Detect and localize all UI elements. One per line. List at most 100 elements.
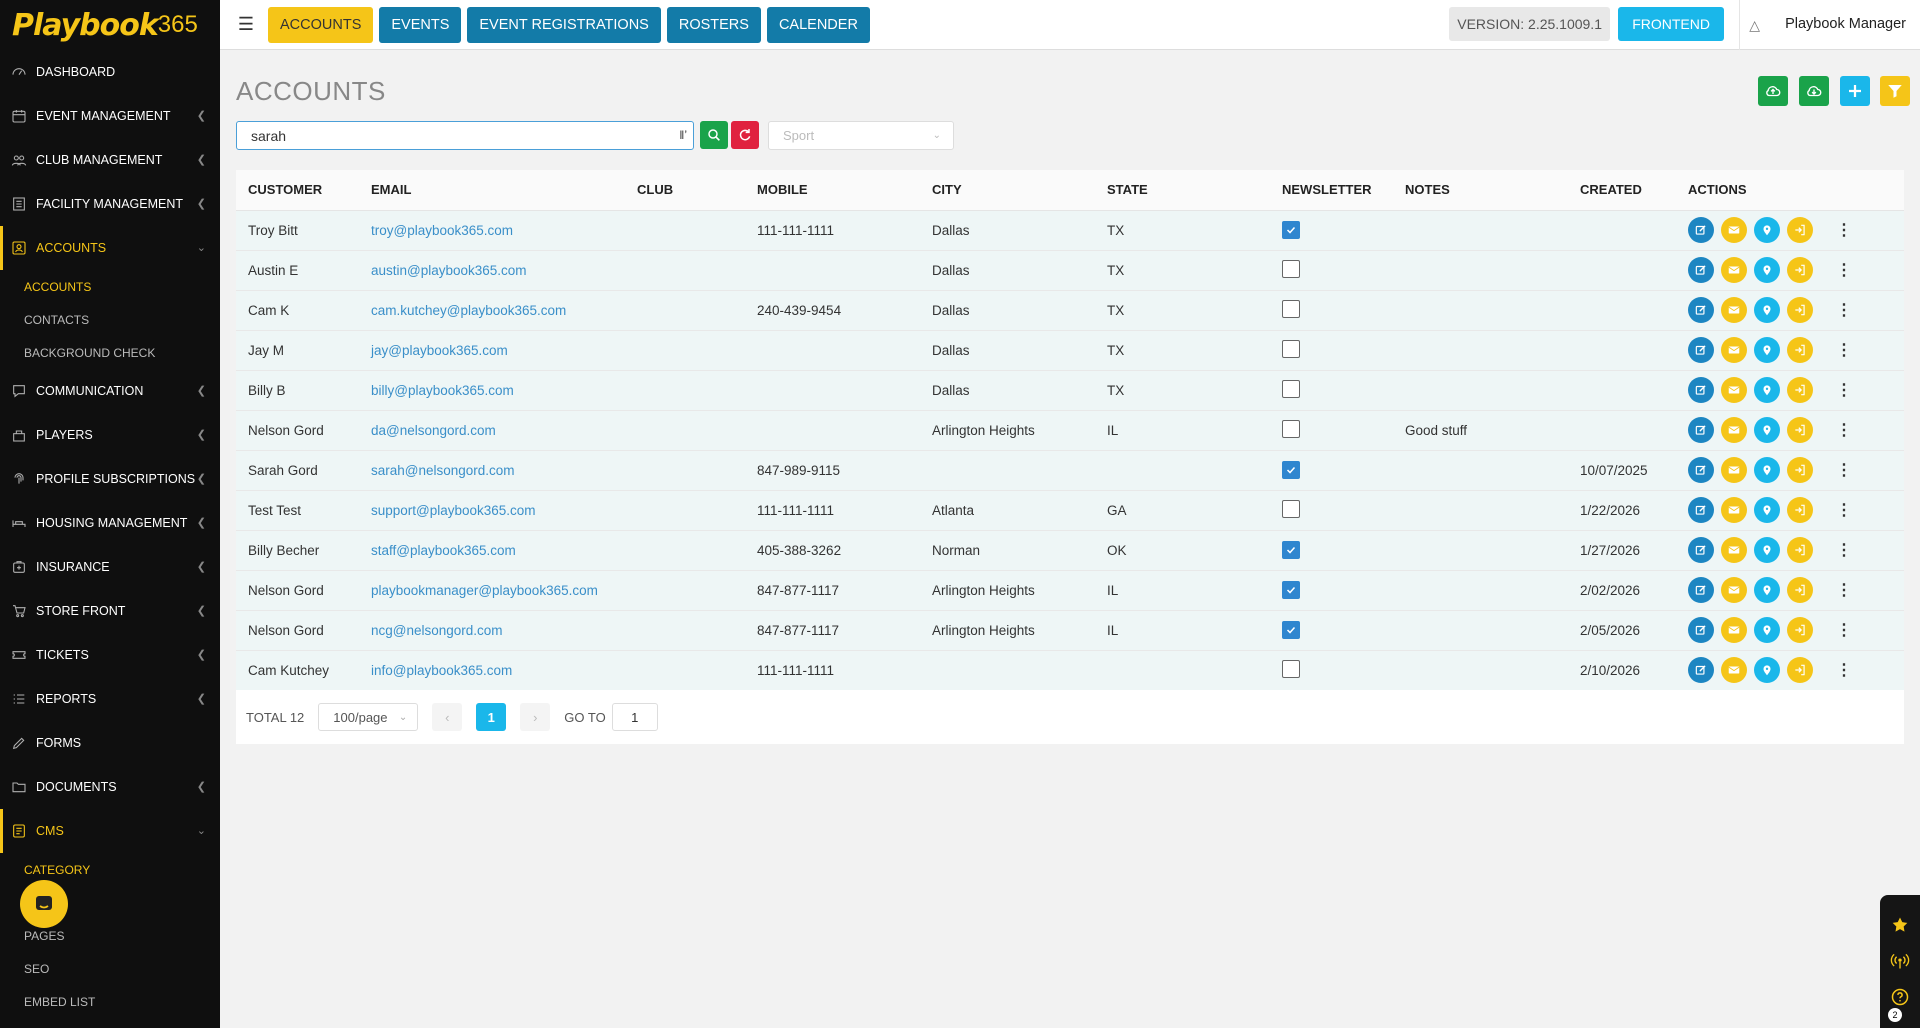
tab-event-registrations[interactable]: EVENT REGISTRATIONS	[467, 6, 661, 43]
cell-email[interactable]: cam.kutchey@playbook365.com	[359, 290, 625, 331]
favorite-button[interactable]	[1890, 907, 1910, 943]
email-button[interactable]	[1721, 497, 1747, 523]
login-as-button[interactable]	[1787, 577, 1813, 603]
edit-button[interactable]	[1688, 657, 1714, 683]
edit-button[interactable]	[1688, 257, 1714, 283]
edit-button[interactable]	[1688, 337, 1714, 363]
add-account-button[interactable]	[1840, 76, 1870, 106]
sidebar-item-cms[interactable]: CMS ⌄	[0, 809, 220, 853]
sidebar-item-accounts[interactable]: ACCOUNTS ⌄	[0, 226, 220, 270]
login-as-button[interactable]	[1787, 537, 1813, 563]
cell-email[interactable]: austin@playbook365.com	[359, 250, 625, 291]
email-button[interactable]	[1721, 297, 1747, 323]
newsletter-checkbox[interactable]	[1282, 581, 1300, 599]
location-button[interactable]	[1754, 297, 1780, 323]
email-button[interactable]	[1721, 577, 1747, 603]
more-options-icon[interactable]: ⋮	[1836, 500, 1852, 520]
user-avatar-icon[interactable]: △	[1749, 17, 1760, 34]
frontend-button[interactable]: FRONTEND	[1618, 7, 1724, 41]
more-options-icon[interactable]: ⋮	[1836, 380, 1852, 400]
newsletter-checkbox[interactable]	[1282, 659, 1300, 678]
cell-email[interactable]: info@playbook365.com	[359, 650, 625, 691]
column-header-notes[interactable]: NOTES	[1393, 170, 1568, 211]
location-button[interactable]	[1754, 337, 1780, 363]
sidebar-item-forms[interactable]: FORMS	[0, 721, 220, 765]
more-options-icon[interactable]: ⋮	[1836, 460, 1852, 480]
cell-email[interactable]: staff@playbook365.com	[359, 530, 625, 571]
hamburger-menu-icon[interactable]: ☰	[234, 14, 258, 35]
sidebar-item-housing-management[interactable]: HOUSING MANAGEMENT ❮	[0, 501, 220, 545]
email-button[interactable]	[1721, 617, 1747, 643]
search-button[interactable]	[700, 121, 728, 149]
login-as-button[interactable]	[1787, 457, 1813, 483]
tab-accounts[interactable]: ACCOUNTS	[268, 6, 374, 43]
table-row[interactable]: Sarah Gord sarah@nelsongord.com 847-989-91…	[236, 450, 1904, 491]
more-options-icon[interactable]: ⋮	[1836, 340, 1852, 360]
more-options-icon[interactable]: ⋮	[1836, 220, 1852, 240]
location-button[interactable]	[1754, 417, 1780, 443]
newsletter-checkbox[interactable]	[1282, 621, 1300, 639]
more-options-icon[interactable]: ⋮	[1836, 260, 1852, 280]
sidebar-subitem-background-check[interactable]: BACKGROUND CHECK	[0, 336, 220, 369]
column-header-email[interactable]: EMAIL	[359, 170, 625, 211]
column-header-customer[interactable]: CUSTOMER	[236, 170, 359, 211]
table-row[interactable]: Cam Kutchey info@playbook365.com 111-111-1…	[236, 650, 1904, 691]
prev-page-button[interactable]: ‹	[432, 703, 463, 731]
more-options-icon[interactable]: ⋮	[1836, 300, 1852, 320]
login-as-button[interactable]	[1787, 257, 1813, 283]
location-button[interactable]	[1754, 617, 1780, 643]
broadcast-button[interactable]	[1890, 943, 1910, 979]
chat-launcher-button[interactable]	[20, 880, 68, 928]
more-options-icon[interactable]: ⋮	[1836, 660, 1852, 680]
login-as-button[interactable]	[1787, 657, 1813, 683]
reset-search-button[interactable]	[731, 121, 759, 149]
column-header-actions[interactable]: ACTIONS	[1676, 170, 1904, 211]
edit-button[interactable]	[1688, 617, 1714, 643]
search-input[interactable]	[237, 122, 657, 149]
sidebar-subitem-contacts[interactable]: CONTACTS	[0, 303, 220, 336]
more-options-icon[interactable]: ⋮	[1836, 420, 1852, 440]
login-as-button[interactable]	[1787, 417, 1813, 443]
sidebar-item-communication[interactable]: COMMUNICATION ❮	[0, 369, 220, 413]
table-row[interactable]: Nelson Gord ncg@nelsongord.com 847-877-111…	[236, 610, 1904, 651]
edit-button[interactable]	[1688, 417, 1714, 443]
cell-email[interactable]: troy@playbook365.com	[359, 210, 625, 251]
location-button[interactable]	[1754, 217, 1780, 243]
login-as-button[interactable]	[1787, 497, 1813, 523]
cloud-upload-button[interactable]	[1758, 76, 1788, 106]
table-row[interactable]: Jay Mjay@playbook365.com Dallas TX ⋮	[236, 330, 1904, 371]
login-as-button[interactable]	[1787, 337, 1813, 363]
email-button[interactable]	[1721, 377, 1747, 403]
location-button[interactable]	[1754, 537, 1780, 563]
edit-button[interactable]	[1688, 537, 1714, 563]
tab-events[interactable]: EVENTS	[379, 6, 462, 43]
location-button[interactable]	[1754, 657, 1780, 683]
login-as-button[interactable]	[1787, 617, 1813, 643]
sidebar-item-tickets[interactable]: TICKETS ❮	[0, 633, 220, 677]
cloud-download-button[interactable]	[1799, 76, 1829, 106]
per-page-select[interactable]: 100/page ⌄	[318, 703, 419, 731]
cell-email[interactable]: da@nelsongord.com	[359, 410, 625, 451]
sidebar-subitem-accounts[interactable]: ACCOUNTS	[0, 270, 220, 303]
column-header-mobile[interactable]: MOBILE	[745, 170, 920, 211]
newsletter-checkbox[interactable]	[1282, 461, 1300, 479]
more-options-icon[interactable]: ⋮	[1836, 540, 1852, 560]
logo[interactable]: Playbook 365	[0, 0, 220, 50]
newsletter-checkbox[interactable]	[1282, 221, 1300, 239]
user-name[interactable]: Playbook Manager	[1785, 16, 1906, 32]
email-button[interactable]	[1721, 457, 1747, 483]
table-row[interactable]: Troy Bitt troy@playbook365.com 111-111-111…	[236, 210, 1904, 251]
edit-button[interactable]	[1688, 497, 1714, 523]
login-as-button[interactable]	[1787, 217, 1813, 243]
cell-email[interactable]: jay@playbook365.com	[359, 330, 625, 371]
sidebar-item-event-management[interactable]: EVENT MANAGEMENT ❮	[0, 94, 220, 138]
more-options-icon[interactable]: ⋮	[1836, 620, 1852, 640]
column-header-state[interactable]: STATE	[1095, 170, 1270, 211]
cell-email[interactable]: support@playbook365.com	[359, 490, 625, 531]
column-header-created[interactable]: CREATED	[1568, 170, 1676, 211]
cell-email[interactable]: playbookmanager@playbook365.com	[359, 570, 625, 611]
edit-button[interactable]	[1688, 217, 1714, 243]
cell-email[interactable]: ncg@nelsongord.com	[359, 610, 625, 651]
table-row[interactable]: Nelson Gord da@nelsongord.com Arlington He…	[236, 410, 1904, 451]
location-button[interactable]	[1754, 457, 1780, 483]
